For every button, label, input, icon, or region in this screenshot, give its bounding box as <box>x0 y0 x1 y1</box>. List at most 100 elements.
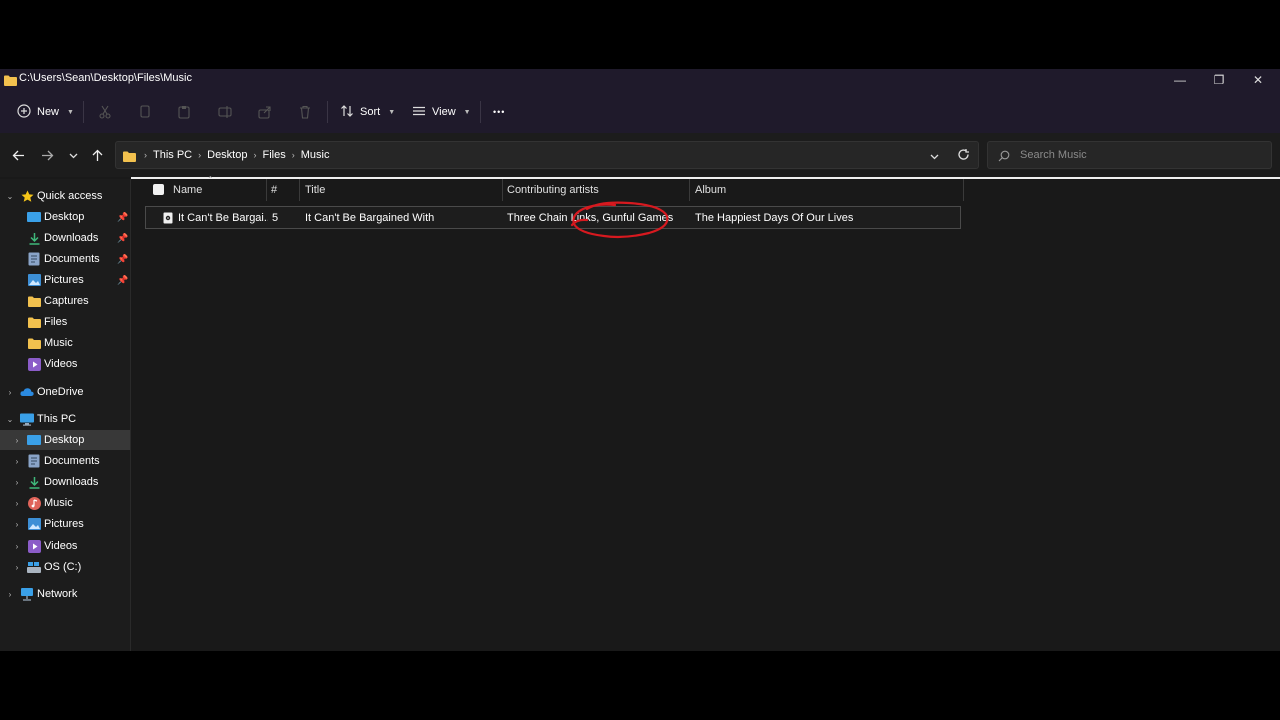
sidebar-item-quick-access[interactable]: ⌄ Quick access <box>0 186 130 206</box>
column-divider[interactable] <box>689 179 690 201</box>
sidebar-item-label: Videos <box>44 540 78 552</box>
sidebar-item-captures[interactable]: Captures <box>0 291 130 311</box>
sort-button[interactable]: Sort ▼ <box>340 100 395 124</box>
sidebar-item-videos[interactable]: Videos <box>0 354 130 374</box>
more-options-button[interactable]: ••• <box>493 100 505 124</box>
music-icon <box>27 496 41 510</box>
select-all-checkbox[interactable] <box>153 184 164 195</box>
rename-icon[interactable] <box>216 103 234 121</box>
sidebar-item-label: Quick access <box>37 190 103 202</box>
address-bar[interactable]: › This PC › Desktop › Files › Music <box>115 141 979 169</box>
navigation-pane: ⌄ Quick access Desktop 📌 Downloads 📌 Doc… <box>0 179 131 651</box>
copy-icon[interactable] <box>136 103 154 121</box>
sidebar-item-label: Documents <box>44 253 100 265</box>
sidebar-item-pc-music[interactable]: › Music <box>0 493 130 513</box>
column-header-contributing-artists[interactable]: Contributing artists <box>507 179 599 201</box>
sidebar-item-pc-os-drive[interactable]: › OS (C:) <box>0 557 130 577</box>
chevron-right-icon[interactable]: › <box>12 520 22 529</box>
pin-icon: 📌 <box>117 253 129 264</box>
sidebar-item-music[interactable]: Music <box>0 333 130 353</box>
file-list: ⌃ Name # Title Contributing artists Albu… <box>131 175 1280 651</box>
chevron-right-icon[interactable]: › <box>12 436 22 445</box>
minimize-button[interactable]: — <box>1160 69 1200 91</box>
sidebar-item-this-pc[interactable]: ⌄ This PC <box>0 409 130 429</box>
column-header-album[interactable]: Album <box>695 179 726 201</box>
chevron-down-icon: ▼ <box>388 108 396 116</box>
view-label: View <box>432 106 456 118</box>
sidebar-item-label: Downloads <box>44 232 99 244</box>
chevron-right-icon[interactable]: › <box>12 478 22 487</box>
folder-icon <box>27 315 41 329</box>
column-header-number[interactable]: # <box>271 179 277 201</box>
column-header-title[interactable]: Title <box>305 179 325 201</box>
sidebar-item-documents[interactable]: Documents 📌 <box>0 249 130 269</box>
chevron-right-icon[interactable]: › <box>12 457 22 466</box>
chevron-down-icon[interactable] <box>929 149 940 167</box>
sidebar-item-desktop[interactable]: Desktop 📌 <box>0 207 130 227</box>
documents-icon <box>27 454 41 468</box>
sidebar-item-onedrive[interactable]: › OneDrive <box>0 382 130 402</box>
column-divider[interactable] <box>299 179 300 201</box>
chevron-right-icon: › <box>291 150 295 160</box>
close-button[interactable]: ✕ <box>1238 69 1278 91</box>
new-button[interactable]: New ▼ <box>17 100 74 124</box>
maximize-button[interactable]: ❐ <box>1199 69 1239 91</box>
chevron-right-icon[interactable]: › <box>5 590 15 599</box>
sidebar-item-pc-pictures[interactable]: › Pictures <box>0 514 130 534</box>
downloads-icon <box>27 231 41 245</box>
drive-icon <box>27 560 41 574</box>
sidebar-item-files[interactable]: Files <box>0 312 130 332</box>
sidebar-item-label: Videos <box>44 358 78 370</box>
delete-icon[interactable] <box>296 103 314 121</box>
column-header-name[interactable]: Name <box>173 179 202 201</box>
sidebar-item-pc-downloads[interactable]: › Downloads <box>0 472 130 492</box>
file-track-number: 5 <box>272 212 279 224</box>
sidebar-item-pc-documents[interactable]: › Documents <box>0 451 130 471</box>
breadcrumb-files[interactable]: Files <box>262 149 285 161</box>
window-title: C:\Users\Sean\Desktop\Files\Music <box>19 72 192 84</box>
column-divider[interactable] <box>502 179 503 201</box>
star-icon <box>20 189 34 203</box>
refresh-icon[interactable] <box>957 148 970 166</box>
paste-icon[interactable] <box>175 103 193 121</box>
sidebar-item-label: This PC <box>37 413 77 425</box>
sidebar-item-pictures[interactable]: Pictures 📌 <box>0 270 130 290</box>
chevron-down-icon[interactable]: ⌄ <box>5 192 15 201</box>
chevron-down-icon: ▼ <box>463 108 471 116</box>
desktop-icon <box>27 210 41 224</box>
breadcrumb-music[interactable]: Music <box>301 149 330 161</box>
videos-icon <box>27 357 41 371</box>
column-divider[interactable] <box>963 179 964 201</box>
column-divider[interactable] <box>266 179 267 201</box>
sidebar-item-downloads[interactable]: Downloads 📌 <box>0 228 130 248</box>
chevron-down-icon[interactable]: ⌄ <box>5 415 15 424</box>
downloads-icon <box>27 475 41 489</box>
back-button[interactable] <box>10 147 26 163</box>
sidebar-item-label: Pictures <box>44 274 84 286</box>
up-button[interactable] <box>89 147 105 163</box>
file-album: The Happiest Days Of Our Lives <box>695 212 854 224</box>
share-icon[interactable] <box>256 103 274 121</box>
recent-locations-button[interactable] <box>65 147 81 163</box>
sidebar-item-label: Music <box>44 337 73 349</box>
chevron-right-icon[interactable]: › <box>5 388 15 397</box>
chevron-right-icon[interactable]: › <box>12 499 22 508</box>
view-button[interactable]: View ▼ <box>412 100 471 124</box>
file-row[interactable]: It Can't Be Bargai... 5 It Can't Be Barg… <box>145 206 961 229</box>
chevron-right-icon[interactable]: › <box>12 563 22 572</box>
pictures-icon <box>27 517 41 531</box>
search-box[interactable]: Search Music <box>987 141 1272 169</box>
cut-icon[interactable] <box>96 103 114 121</box>
chevron-right-icon[interactable]: › <box>12 542 22 551</box>
sidebar-item-pc-videos[interactable]: › Videos <box>0 536 130 556</box>
sidebar-item-pc-desktop[interactable]: › Desktop <box>0 430 130 450</box>
view-icon <box>412 104 426 121</box>
sidebar-item-network[interactable]: › Network <box>0 584 130 604</box>
chevron-right-icon: › <box>198 150 202 160</box>
sort-ascending-icon: ⌃ <box>207 175 214 184</box>
breadcrumb-this-pc[interactable]: This PC <box>153 149 192 161</box>
forward-button[interactable] <box>39 147 55 163</box>
search-input[interactable]: Search Music <box>1020 149 1087 161</box>
sidebar-item-label: Files <box>44 316 68 328</box>
breadcrumb-desktop[interactable]: Desktop <box>207 149 247 161</box>
